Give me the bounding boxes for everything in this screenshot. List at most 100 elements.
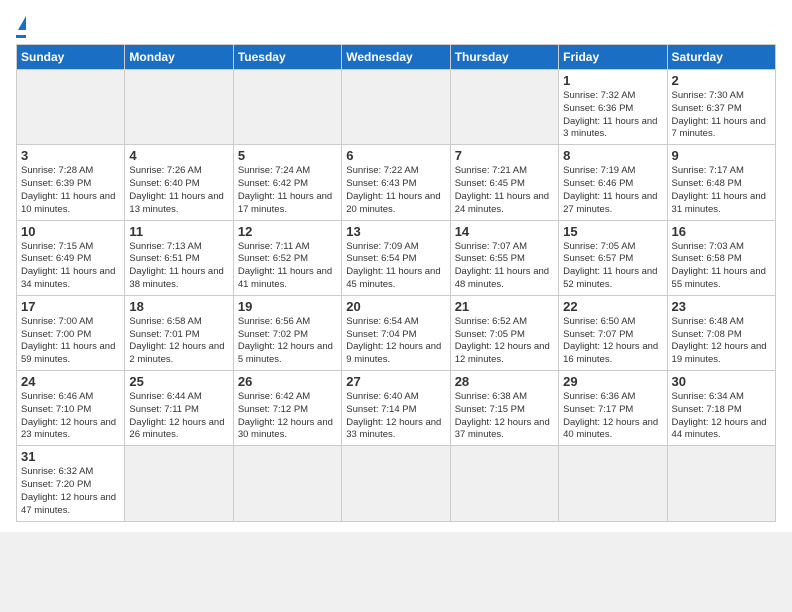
calendar-body: 1 Sunrise: 7:32 AM Sunset: 6:36 PM Daylig… (17, 70, 776, 522)
day-info: Sunrise: 6:42 AM Sunset: 7:12 PM Dayligh… (238, 391, 337, 442)
day-info: Sunrise: 6:58 AM Sunset: 7:01 PM Dayligh… (129, 316, 228, 367)
calendar-cell: 29 Sunrise: 6:36 AM Sunset: 7:17 PM Dayli… (559, 371, 667, 446)
week-row-3: 17 Sunrise: 7:00 AM Sunset: 7:00 PM Dayli… (17, 295, 776, 370)
week-row-2: 10 Sunrise: 7:15 AM Sunset: 6:49 PM Dayli… (17, 220, 776, 295)
calendar-cell: 27 Sunrise: 6:40 AM Sunset: 7:14 PM Dayli… (342, 371, 450, 446)
calendar-cell: 3Sunrise: 7:28 AM Sunset: 6:39 PM Daylig… (17, 145, 125, 220)
day-info: Sunrise: 7:22 AM Sunset: 6:43 PM Dayligh… (346, 165, 445, 216)
day-number: 26 (238, 374, 337, 389)
calendar-cell: 24 Sunrise: 6:46 AM Sunset: 7:10 PM Dayli… (17, 371, 125, 446)
day-info: Sunrise: 7:32 AM Sunset: 6:36 PM Dayligh… (563, 90, 662, 141)
header-row: SundayMondayTuesdayWednesdayThursdayFrid… (17, 45, 776, 70)
calendar-cell (125, 446, 233, 521)
header-day-monday: Monday (125, 45, 233, 70)
week-row-5: 31 Sunrise: 6:32 AM Sunset: 7:20 PM Dayli… (17, 446, 776, 521)
calendar-cell (450, 70, 558, 145)
day-info: Sunrise: 6:56 AM Sunset: 7:02 PM Dayligh… (238, 316, 337, 367)
calendar-cell (17, 70, 125, 145)
logo-line (16, 35, 26, 38)
day-info: Sunrise: 6:40 AM Sunset: 7:14 PM Dayligh… (346, 391, 445, 442)
day-number: 9 (672, 148, 771, 163)
day-number: 28 (455, 374, 554, 389)
day-number: 11 (129, 224, 228, 239)
day-info: Sunrise: 7:24 AM Sunset: 6:42 PM Dayligh… (238, 165, 337, 216)
calendar-cell: 10 Sunrise: 7:15 AM Sunset: 6:49 PM Dayli… (17, 220, 125, 295)
day-info: Sunrise: 6:44 AM Sunset: 7:11 PM Dayligh… (129, 391, 228, 442)
day-info: Sunrise: 7:07 AM Sunset: 6:55 PM Dayligh… (455, 241, 554, 292)
calendar-cell: 21Sunrise: 6:52 AM Sunset: 7:05 PM Dayli… (450, 295, 558, 370)
calendar-cell: 25 Sunrise: 6:44 AM Sunset: 7:11 PM Dayli… (125, 371, 233, 446)
calendar-cell: 26 Sunrise: 6:42 AM Sunset: 7:12 PM Dayli… (233, 371, 341, 446)
logo (16, 16, 26, 38)
day-number: 21 (455, 299, 554, 314)
calendar-cell: 13 Sunrise: 7:09 AM Sunset: 6:54 PM Dayli… (342, 220, 450, 295)
day-number: 29 (563, 374, 662, 389)
header-day-sunday: Sunday (17, 45, 125, 70)
day-info: Sunrise: 6:50 AM Sunset: 7:07 PM Dayligh… (563, 316, 662, 367)
day-number: 3 (21, 148, 120, 163)
day-info: Sunrise: 7:30 AM Sunset: 6:37 PM Dayligh… (672, 90, 771, 141)
day-number: 16 (672, 224, 771, 239)
day-number: 18 (129, 299, 228, 314)
day-number: 31 (21, 449, 120, 464)
calendar-cell (233, 446, 341, 521)
day-number: 25 (129, 374, 228, 389)
day-info: Sunrise: 7:00 AM Sunset: 7:00 PM Dayligh… (21, 316, 120, 367)
day-number: 2 (672, 73, 771, 88)
calendar-cell: 8 Sunrise: 7:19 AM Sunset: 6:46 PM Daylig… (559, 145, 667, 220)
calendar-cell (450, 446, 558, 521)
day-info: Sunrise: 7:19 AM Sunset: 6:46 PM Dayligh… (563, 165, 662, 216)
header-day-saturday: Saturday (667, 45, 775, 70)
day-number: 27 (346, 374, 445, 389)
calendar-cell (342, 446, 450, 521)
day-number: 4 (129, 148, 228, 163)
day-info: Sunrise: 7:21 AM Sunset: 6:45 PM Dayligh… (455, 165, 554, 216)
day-number: 1 (563, 73, 662, 88)
day-number: 20 (346, 299, 445, 314)
calendar-cell (559, 446, 667, 521)
calendar-cell: 9 Sunrise: 7:17 AM Sunset: 6:48 PM Daylig… (667, 145, 775, 220)
day-number: 10 (21, 224, 120, 239)
calendar-cell: 31 Sunrise: 6:32 AM Sunset: 7:20 PM Dayli… (17, 446, 125, 521)
day-number: 22 (563, 299, 662, 314)
day-info: Sunrise: 7:15 AM Sunset: 6:49 PM Dayligh… (21, 241, 120, 292)
day-info: Sunrise: 7:17 AM Sunset: 6:48 PM Dayligh… (672, 165, 771, 216)
day-number: 5 (238, 148, 337, 163)
logo-triangle-icon (18, 16, 26, 30)
day-info: Sunrise: 7:09 AM Sunset: 6:54 PM Dayligh… (346, 241, 445, 292)
day-number: 8 (563, 148, 662, 163)
day-info: Sunrise: 6:38 AM Sunset: 7:15 PM Dayligh… (455, 391, 554, 442)
day-number: 7 (455, 148, 554, 163)
calendar-cell: 23Sunrise: 6:48 AM Sunset: 7:08 PM Dayli… (667, 295, 775, 370)
day-info: Sunrise: 6:46 AM Sunset: 7:10 PM Dayligh… (21, 391, 120, 442)
day-info: Sunrise: 7:13 AM Sunset: 6:51 PM Dayligh… (129, 241, 228, 292)
calendar-cell: 11 Sunrise: 7:13 AM Sunset: 6:51 PM Dayli… (125, 220, 233, 295)
calendar-table: SundayMondayTuesdayWednesdayThursdayFrid… (16, 44, 776, 522)
day-number: 24 (21, 374, 120, 389)
day-info: Sunrise: 7:11 AM Sunset: 6:52 PM Dayligh… (238, 241, 337, 292)
calendar-cell: 20 Sunrise: 6:54 AM Sunset: 7:04 PM Dayli… (342, 295, 450, 370)
header (16, 16, 776, 38)
day-number: 6 (346, 148, 445, 163)
calendar-cell (667, 446, 775, 521)
calendar-cell: 16Sunrise: 7:03 AM Sunset: 6:58 PM Dayli… (667, 220, 775, 295)
calendar-cell: 12 Sunrise: 7:11 AM Sunset: 6:52 PM Dayli… (233, 220, 341, 295)
day-number: 13 (346, 224, 445, 239)
calendar-cell: 22 Sunrise: 6:50 AM Sunset: 7:07 PM Dayli… (559, 295, 667, 370)
calendar-cell: 19Sunrise: 6:56 AM Sunset: 7:02 PM Dayli… (233, 295, 341, 370)
calendar-cell: 1 Sunrise: 7:32 AM Sunset: 6:36 PM Daylig… (559, 70, 667, 145)
day-info: Sunrise: 6:36 AM Sunset: 7:17 PM Dayligh… (563, 391, 662, 442)
day-number: 17 (21, 299, 120, 314)
calendar-cell (233, 70, 341, 145)
day-info: Sunrise: 6:54 AM Sunset: 7:04 PM Dayligh… (346, 316, 445, 367)
day-info: Sunrise: 6:32 AM Sunset: 7:20 PM Dayligh… (21, 466, 120, 517)
day-info: Sunrise: 6:48 AM Sunset: 7:08 PM Dayligh… (672, 316, 771, 367)
calendar-cell: 6 Sunrise: 7:22 AM Sunset: 6:43 PM Daylig… (342, 145, 450, 220)
week-row-0: 1 Sunrise: 7:32 AM Sunset: 6:36 PM Daylig… (17, 70, 776, 145)
calendar-cell: 14 Sunrise: 7:07 AM Sunset: 6:55 PM Dayli… (450, 220, 558, 295)
header-day-thursday: Thursday (450, 45, 558, 70)
logo-text (16, 16, 26, 33)
day-number: 12 (238, 224, 337, 239)
calendar-header: SundayMondayTuesdayWednesdayThursdayFrid… (17, 45, 776, 70)
day-number: 14 (455, 224, 554, 239)
